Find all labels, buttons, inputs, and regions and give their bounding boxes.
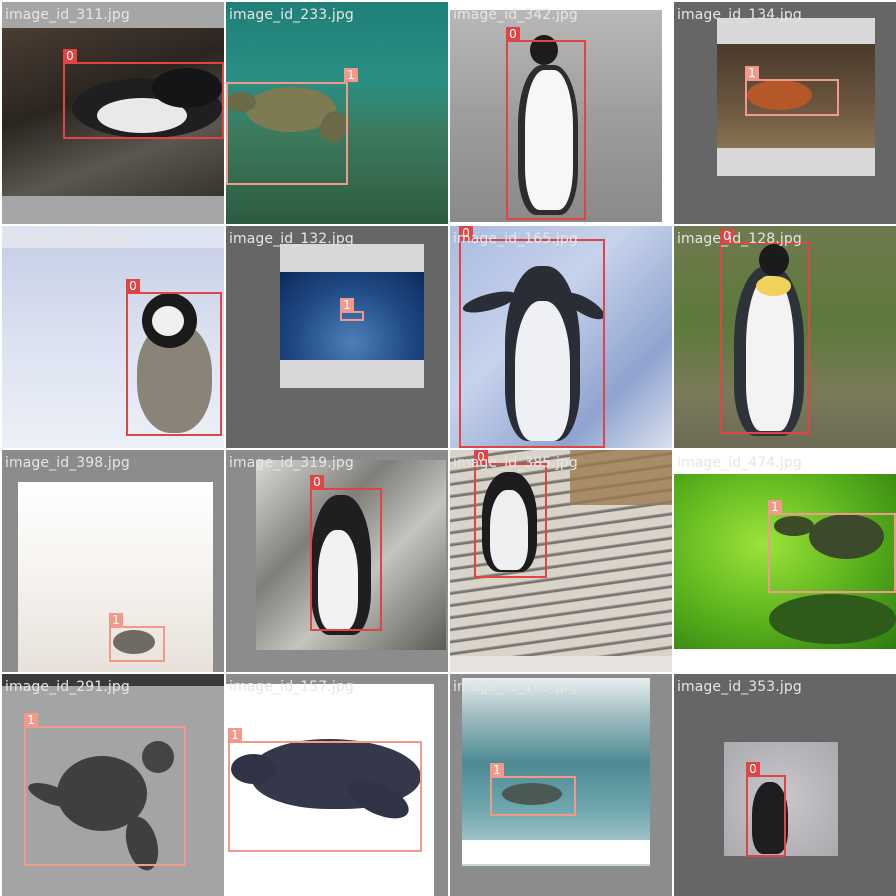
bounding-box: 1 (226, 68, 358, 185)
class-label: 1 (768, 500, 782, 514)
image-tile[interactable]: image_id_132.jpg 1 (226, 226, 448, 448)
bounding-box: 1 (745, 66, 839, 116)
bounding-box: 0 (310, 475, 382, 631)
filename-label: image_id_165.jpg (453, 231, 578, 247)
image-tile[interactable]: image_id_342.jpg 0 (450, 2, 672, 224)
class-label: 0 (506, 27, 520, 41)
image-tile[interactable]: image_id_291.jpg 1 (2, 674, 224, 896)
filename-label: image_id_134.jpg (677, 7, 802, 23)
class-label: 1 (109, 613, 123, 627)
bounding-box: 1 (490, 763, 576, 816)
image-tile[interactable]: image_id_128.jpg 0 (674, 226, 896, 448)
bounding-box: 0 (474, 450, 547, 578)
bounding-box: 0 (506, 27, 586, 220)
bounding-box: 0 (720, 229, 810, 434)
bounding-box: 0 (746, 762, 786, 857)
image-tile[interactable]: image_id_157.jpg 1 (226, 674, 448, 896)
filename-label: image_id_311.jpg (5, 7, 130, 23)
filename-label: image_id_342.jpg (453, 7, 578, 23)
image-tile[interactable]: image_id_165.jpg 0 (450, 226, 672, 448)
class-label: 1 (228, 728, 242, 742)
class-label: 1 (24, 713, 38, 727)
filename-label: image_id_128.jpg (677, 231, 802, 247)
image-tile[interactable]: image_id_353.jpg 0 (674, 674, 896, 896)
image-tile[interactable]: image_id_319.jpg 0 (226, 450, 448, 672)
image-grid: image_id_311.jpg 0 image_id_233.jpg 1 im… (0, 0, 896, 896)
filename-label: image_id_319.jpg (229, 455, 354, 471)
bounding-box: 0 (63, 49, 224, 139)
filename-label: image_id_353.jpg (677, 679, 802, 695)
bounding-box: 1 (768, 500, 896, 593)
filename-label: image_id_398.jpg (5, 455, 130, 471)
bounding-box: 0 (126, 279, 222, 436)
class-label: 1 (745, 66, 759, 80)
bounding-box: 1 (24, 713, 186, 866)
class-label: 0 (746, 762, 760, 776)
filename-label: image_id_385.jpg (453, 455, 578, 471)
image-tile[interactable]: image_id_385.jpg 0 (450, 450, 672, 672)
class-label: 0 (310, 475, 324, 489)
class-label: 1 (344, 68, 358, 82)
filename-label: image_id_163.jpg (453, 679, 578, 695)
filename-label: image_id_430.jpg (5, 231, 130, 247)
filename-label: image_id_233.jpg (229, 7, 354, 23)
image-tile[interactable]: image_id_233.jpg 1 (226, 2, 448, 224)
bounding-box: 0 (459, 226, 605, 448)
filename-label: image_id_157.jpg (229, 679, 354, 695)
image-tile[interactable]: image_id_474.jpg 1 (674, 450, 896, 672)
class-label: 0 (126, 279, 140, 293)
bounding-box: 1 (228, 728, 422, 852)
bounding-box: 1 (340, 298, 364, 321)
bounding-box: 1 (109, 613, 165, 662)
image-tile[interactable]: image_id_163.jpg 1 (450, 674, 672, 896)
class-label: 1 (490, 763, 504, 777)
image-tile[interactable]: image_id_398.jpg 1 (2, 450, 224, 672)
image-tile[interactable]: image_id_134.jpg 1 (674, 2, 896, 224)
class-label: 1 (340, 298, 354, 312)
filename-label: image_id_132.jpg (229, 231, 354, 247)
class-label: 0 (63, 49, 77, 63)
image-tile[interactable]: image_id_311.jpg 0 (2, 2, 224, 224)
photo-pad (462, 840, 650, 864)
filename-label: image_id_291.jpg (5, 679, 130, 695)
filename-label: image_id_474.jpg (677, 455, 802, 471)
image-tile[interactable]: image_id_430.jpg 0 (2, 226, 224, 448)
